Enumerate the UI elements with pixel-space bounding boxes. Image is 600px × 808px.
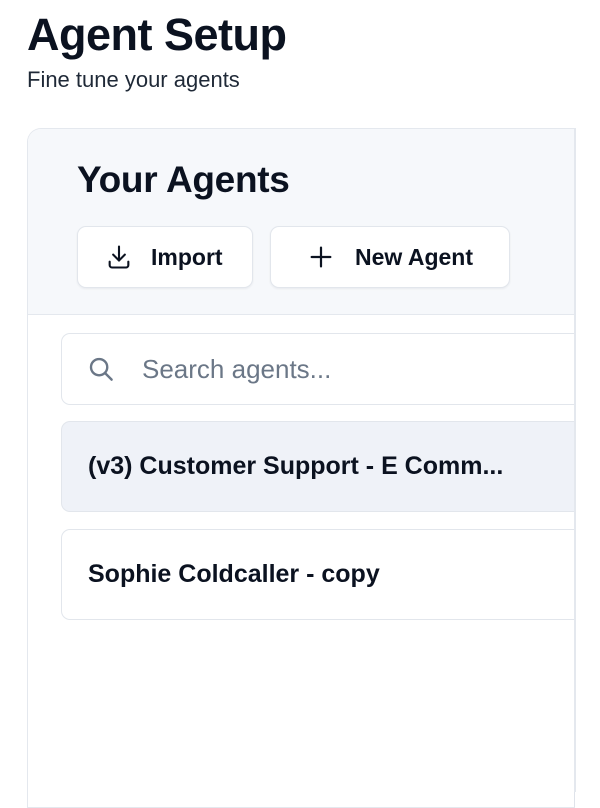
import-button-label: Import bbox=[151, 243, 223, 270]
agent-list-item-selected[interactable]: (v3) Customer Support - E Comm... bbox=[61, 421, 574, 512]
panel-divider bbox=[574, 128, 576, 792]
download-icon bbox=[105, 243, 133, 271]
import-button[interactable]: Import bbox=[77, 226, 253, 288]
plus-icon bbox=[307, 243, 335, 271]
agents-panel: Your Agents Import New Agent Search agen… bbox=[27, 128, 575, 808]
new-agent-button[interactable]: New Agent bbox=[270, 226, 510, 288]
agent-name: Sophie Coldcaller - copy bbox=[88, 560, 380, 588]
search-box bbox=[61, 333, 574, 405]
search-input[interactable] bbox=[142, 353, 542, 385]
page-title: Agent Setup bbox=[27, 9, 287, 60]
page-header: Agent Setup Fine tune your agents bbox=[27, 8, 287, 94]
agent-name: (v3) Customer Support - E Comm... bbox=[88, 452, 504, 480]
agent-list-item[interactable]: Sophie Coldcaller - copy bbox=[61, 529, 574, 620]
page-subtitle: Fine tune your agents bbox=[27, 67, 240, 92]
panel-title: Your Agents bbox=[77, 159, 290, 200]
search-icon bbox=[86, 354, 116, 384]
new-agent-button-label: New Agent bbox=[355, 243, 473, 270]
agents-panel-header: Your Agents Import New Agent bbox=[28, 129, 574, 315]
